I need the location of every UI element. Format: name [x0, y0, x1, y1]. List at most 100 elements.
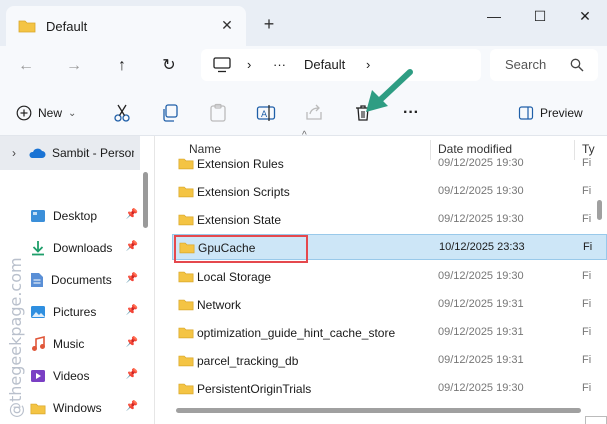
horizontal-scrollbar[interactable] [176, 408, 581, 413]
new-label: New [38, 106, 63, 120]
expand-chevron-icon[interactable]: › [12, 146, 16, 160]
sidebar-item-label: Desktop [53, 209, 98, 223]
file-row[interactable]: Extension Scripts 09/12/2025 19:30 Fi [172, 179, 607, 205]
svg-text:A: A [261, 110, 268, 120]
breadcrumb-overflow[interactable]: ··· [273, 49, 286, 81]
scroll-corner [585, 416, 607, 424]
file-name: PersistentOriginTrials [197, 382, 312, 396]
file-name: Extension State [197, 213, 282, 227]
file-row[interactable]: Extension State 09/12/2025 19:30 Fi [172, 207, 607, 233]
maximize-button[interactable]: ☐ [520, 4, 560, 28]
new-button[interactable]: New ⌄ [16, 102, 76, 124]
file-name: Local Storage [197, 270, 272, 284]
preview-button[interactable]: Preview [518, 102, 583, 124]
folder-icon [178, 355, 194, 367]
sidebar-item-onedrive[interactable]: › Sambit - Personal [0, 136, 140, 170]
folder-icon [178, 327, 194, 339]
file-row[interactable]: parcel_tracking_db 09/12/2025 19:31 Fi [172, 348, 607, 374]
file-name: Extension Rules [197, 157, 284, 171]
file-type: Fi [583, 241, 593, 253]
videos-icon [31, 370, 45, 382]
folder-icon [18, 20, 36, 33]
sidebar-item-label: Pictures [53, 305, 97, 319]
sidebar-item-label: Windows [53, 401, 102, 415]
tab-title: Default [46, 18, 88, 34]
sidebar-item-windows[interactable]: Windows 📌 [30, 396, 140, 420]
file-date: 09/12/2025 19:31 [438, 354, 524, 366]
file-date: 09/12/2025 19:30 [438, 157, 524, 169]
desktop-icon [31, 210, 45, 222]
minimize-button[interactable]: — [474, 4, 514, 28]
close-window-button[interactable]: ✕ [565, 4, 605, 28]
folder-icon [178, 214, 194, 226]
search-input[interactable]: Search [490, 49, 598, 81]
pin-icon: 📌 [125, 305, 138, 316]
address-bar[interactable]: › ··· Default › [201, 49, 481, 81]
file-type: Fi [582, 326, 592, 338]
sidebar-item-label: Music [53, 337, 85, 351]
file-type: Fi [582, 185, 592, 197]
refresh-button[interactable]: ↻ [157, 54, 181, 78]
pin-icon: 📌 [125, 241, 138, 252]
pin-icon: 📌 [125, 209, 138, 220]
sidebar-scrollbar[interactable] [143, 172, 148, 228]
sidebar-item-documents[interactable]: Documents 📌 [30, 268, 140, 292]
copy-icon[interactable] [160, 102, 180, 124]
sidebar-item-label: Sambit - Personal [52, 146, 134, 160]
title-bar: Default ✕ + — ☐ ✕ [0, 0, 607, 46]
folder-icon [178, 158, 194, 170]
search-placeholder: Search [505, 57, 547, 72]
tab-default[interactable]: Default ✕ [6, 6, 246, 46]
sidebar-item-label: Downloads [53, 241, 113, 255]
file-row[interactable]: Extension Rules 09/12/2025 19:30 Fi [172, 151, 607, 177]
rename-icon[interactable]: A [256, 102, 276, 124]
documents-icon [31, 273, 43, 287]
cut-icon[interactable] [112, 102, 132, 124]
computer-icon [213, 57, 231, 73]
preview-pane-icon [518, 106, 534, 120]
pin-icon: 📌 [125, 337, 138, 348]
new-tab-button[interactable]: + [258, 13, 280, 35]
file-type: Fi [582, 354, 592, 366]
back-button[interactable]: ← [14, 54, 38, 78]
annotation-arrow-icon [366, 69, 413, 112]
file-row[interactable]: Local Storage 09/12/2025 19:30 Fi [172, 264, 607, 290]
sort-ascending-icon: ^ [302, 130, 307, 141]
watermark: @thegeekpage.com [4, 228, 25, 418]
file-type: Fi [582, 213, 592, 225]
file-date: 09/12/2025 19:30 [438, 213, 524, 225]
cloud-icon [29, 148, 46, 158]
file-name: Network [197, 298, 242, 312]
file-date: 09/12/2025 19:30 [438, 270, 524, 282]
file-type: Fi [582, 382, 592, 394]
file-row[interactable]: PersistentOriginTrials 09/12/2025 19:30 … [172, 376, 607, 402]
file-date: 09/12/2025 19:31 [438, 298, 524, 310]
forward-button[interactable]: → [62, 54, 86, 78]
sidebar-item-label: Documents [51, 273, 112, 287]
pictures-icon [31, 306, 45, 318]
sidebar-item-music[interactable]: Music 📌 [30, 332, 140, 356]
breadcrumb-separator-icon: › [247, 57, 252, 72]
up-button[interactable]: ↑ [110, 54, 134, 78]
chevron-down-icon: ⌄ [68, 107, 77, 119]
file-date: 09/12/2025 19:31 [438, 326, 524, 338]
sidebar-item-desktop[interactable]: Desktop 📌 [30, 204, 140, 228]
folder-icon [178, 383, 194, 395]
folder-icon [178, 186, 194, 198]
preview-label: Preview [540, 106, 583, 120]
breadcrumb-default[interactable]: Default [304, 49, 345, 81]
music-icon [32, 336, 45, 351]
file-type: Fi [582, 270, 592, 282]
sidebar-item-videos[interactable]: Videos 📌 [30, 364, 140, 388]
file-row[interactable]: Network 09/12/2025 19:31 Fi [172, 292, 607, 318]
file-date: 09/12/2025 19:30 [438, 382, 524, 394]
sidebar-item-pictures[interactable]: Pictures 📌 [30, 300, 140, 324]
tab-close-icon[interactable]: ✕ [218, 16, 236, 34]
vertical-scrollbar[interactable] [597, 200, 602, 220]
file-list: ^ Name Date modified Ty Extension Rules … [156, 130, 607, 424]
share-icon [306, 104, 322, 120]
file-row[interactable]: optimization_guide_hint_cache_store 09/1… [172, 320, 607, 346]
pin-icon: 📌 [125, 273, 138, 284]
paste-icon [210, 103, 226, 122]
sidebar-item-downloads[interactable]: Downloads 📌 [30, 236, 140, 260]
